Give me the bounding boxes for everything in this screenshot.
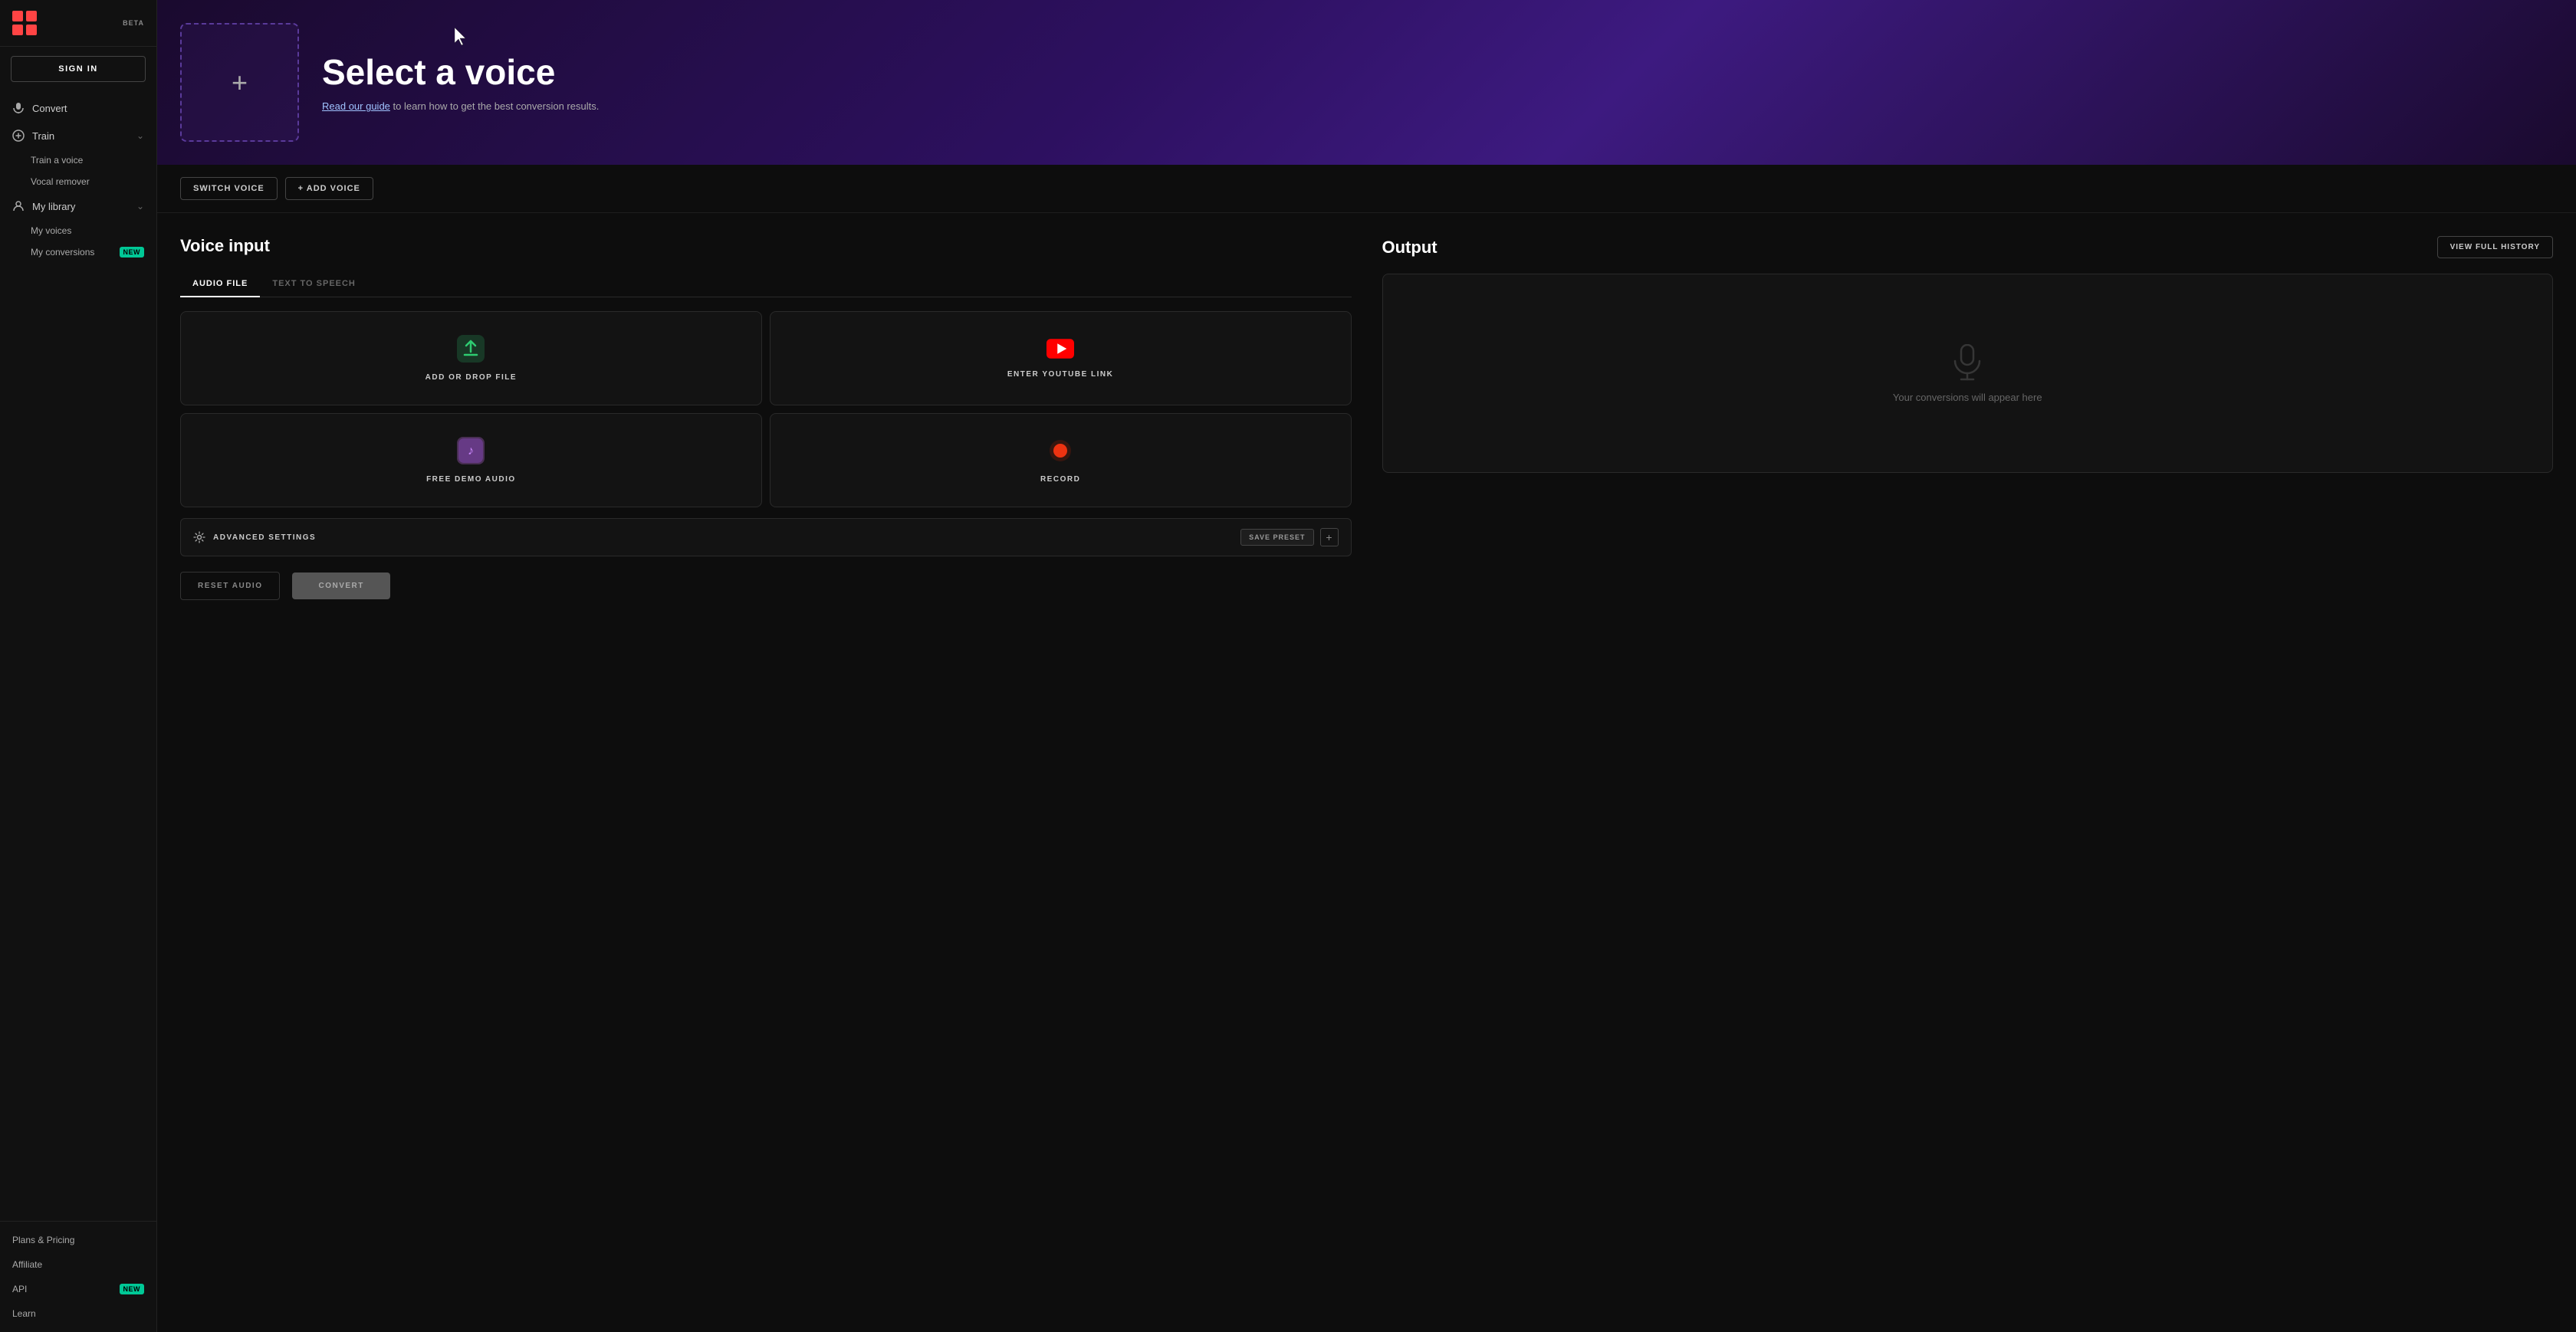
plus-nav-icon <box>12 130 25 142</box>
action-bar: SWITCH VOICE + ADD VOICE <box>157 165 2576 213</box>
bottom-action-bar: RESET AUDIO CONVERT <box>180 572 1352 600</box>
advanced-settings-bar[interactable]: ADVANCED SETTINGS SAVE PRESET + <box>180 518 1352 556</box>
sidebar-logo: BETA <box>0 0 156 47</box>
sidebar-item-train[interactable]: Train ⌄ <box>0 122 156 149</box>
voice-input-title: Voice input <box>180 236 1352 256</box>
switch-voice-button[interactable]: SWITCH VOICE <box>180 177 278 200</box>
sidebar: BETA SIGN IN Convert <box>0 0 157 1332</box>
sidebar-subitem-vocal-remover[interactable]: Vocal remover <box>0 171 156 192</box>
beta-badge: BETA <box>123 19 144 27</box>
sidebar-item-convert[interactable]: Convert <box>0 94 156 122</box>
add-drop-file-label: ADD OR DROP FILE <box>426 373 517 382</box>
output-mic-icon <box>1952 344 1983 381</box>
hero-title: Select a voice <box>322 53 2553 92</box>
voice-select-box[interactable]: + <box>180 23 299 142</box>
app-logo-icon <box>12 11 37 35</box>
sidebar-item-learn[interactable]: Learn <box>0 1301 156 1326</box>
hero-subtitle: Read our guide to learn how to get the b… <box>322 100 2553 112</box>
cursor-indicator <box>455 28 468 46</box>
mic-icon <box>12 102 25 114</box>
upload-grid: ADD OR DROP FILE ENTER YOUTUBE LINK ♪ <box>180 311 1352 507</box>
demo-audio-label: FREE DEMO AUDIO <box>426 475 516 484</box>
sidebar-subitem-train-a-voice[interactable]: Train a voice <box>0 149 156 171</box>
record-label: RECORD <box>1040 475 1080 484</box>
advanced-settings-label: ADVANCED SETTINGS <box>213 533 316 542</box>
my-conversions-new-badge: NEW <box>120 247 145 258</box>
output-area: Your conversions will appear here <box>1382 274 2554 473</box>
tab-text-to-speech[interactable]: TEXT TO SPEECH <box>260 271 368 297</box>
output-section: Output VIEW FULL HISTORY Your conversion… <box>1382 236 2554 1309</box>
sidebar-item-train-label: Train <box>32 130 54 142</box>
hero-text: Select a voice Read our guide to learn h… <box>322 53 2553 113</box>
main-content: + Select a voice Read our guide to learn… <box>157 0 2576 1332</box>
sidebar-item-convert-label: Convert <box>32 103 67 114</box>
guide-link[interactable]: Read our guide <box>322 100 390 112</box>
add-preset-button[interactable]: + <box>1320 528 1339 546</box>
train-chevron-icon: ⌄ <box>136 130 144 141</box>
convert-button[interactable]: CONVERT <box>292 572 389 599</box>
svg-text:♪: ♪ <box>468 445 474 458</box>
upload-card-youtube[interactable]: ENTER YOUTUBE LINK <box>770 311 1352 405</box>
upload-card-add-drop-file[interactable]: ADD OR DROP FILE <box>180 311 762 405</box>
sidebar-item-my-library-label: My library <box>32 201 75 212</box>
add-voice-button[interactable]: + ADD VOICE <box>285 177 373 200</box>
upload-file-icon <box>457 335 485 363</box>
sidebar-item-affiliate[interactable]: Affiliate <box>0 1252 156 1277</box>
sidebar-nav: Convert Train ⌄ Train a voice Vocal remo… <box>0 91 156 266</box>
upload-card-record[interactable]: RECORD <box>770 413 1352 507</box>
output-placeholder-text: Your conversions will appear here <box>1893 392 2042 403</box>
youtube-icon <box>1046 338 1074 359</box>
sidebar-item-api[interactable]: API NEW <box>0 1277 156 1301</box>
person-icon <box>12 200 25 212</box>
sidebar-item-my-library[interactable]: My library ⌄ <box>0 192 156 220</box>
hero-section: + Select a voice Read our guide to learn… <box>157 0 2576 165</box>
voice-input-tabs: AUDIO FILE TEXT TO SPEECH <box>180 271 1352 297</box>
save-preset-button[interactable]: SAVE PRESET <box>1240 529 1313 546</box>
library-chevron-icon: ⌄ <box>136 201 144 212</box>
view-full-history-button[interactable]: VIEW FULL HISTORY <box>2437 236 2553 258</box>
sign-in-button[interactable]: SIGN IN <box>11 56 146 82</box>
gear-icon <box>193 531 205 543</box>
record-icon <box>1046 437 1074 464</box>
voice-select-plus-icon: + <box>232 67 248 99</box>
sidebar-subitem-my-voices[interactable]: My voices <box>0 220 156 241</box>
content-area: Voice input AUDIO FILE TEXT TO SPEECH AD… <box>157 213 2576 1332</box>
api-new-badge: NEW <box>120 1284 145 1294</box>
demo-audio-icon: ♪ <box>457 437 485 464</box>
upload-card-demo-audio[interactable]: ♪ FREE DEMO AUDIO <box>180 413 762 507</box>
sidebar-bottom: Plans & Pricing Affiliate API NEW Learn <box>0 1221 156 1332</box>
sidebar-subitem-my-conversions[interactable]: My conversions NEW <box>0 241 156 263</box>
sidebar-item-plans-pricing[interactable]: Plans & Pricing <box>0 1228 156 1252</box>
youtube-link-label: ENTER YOUTUBE LINK <box>1007 370 1114 379</box>
reset-audio-button[interactable]: RESET AUDIO <box>180 572 280 600</box>
output-title: Output <box>1382 238 1438 258</box>
tab-audio-file[interactable]: AUDIO FILE <box>180 271 260 297</box>
output-header: Output VIEW FULL HISTORY <box>1382 236 2554 258</box>
voice-input-section: Voice input AUDIO FILE TEXT TO SPEECH AD… <box>180 236 1352 1309</box>
